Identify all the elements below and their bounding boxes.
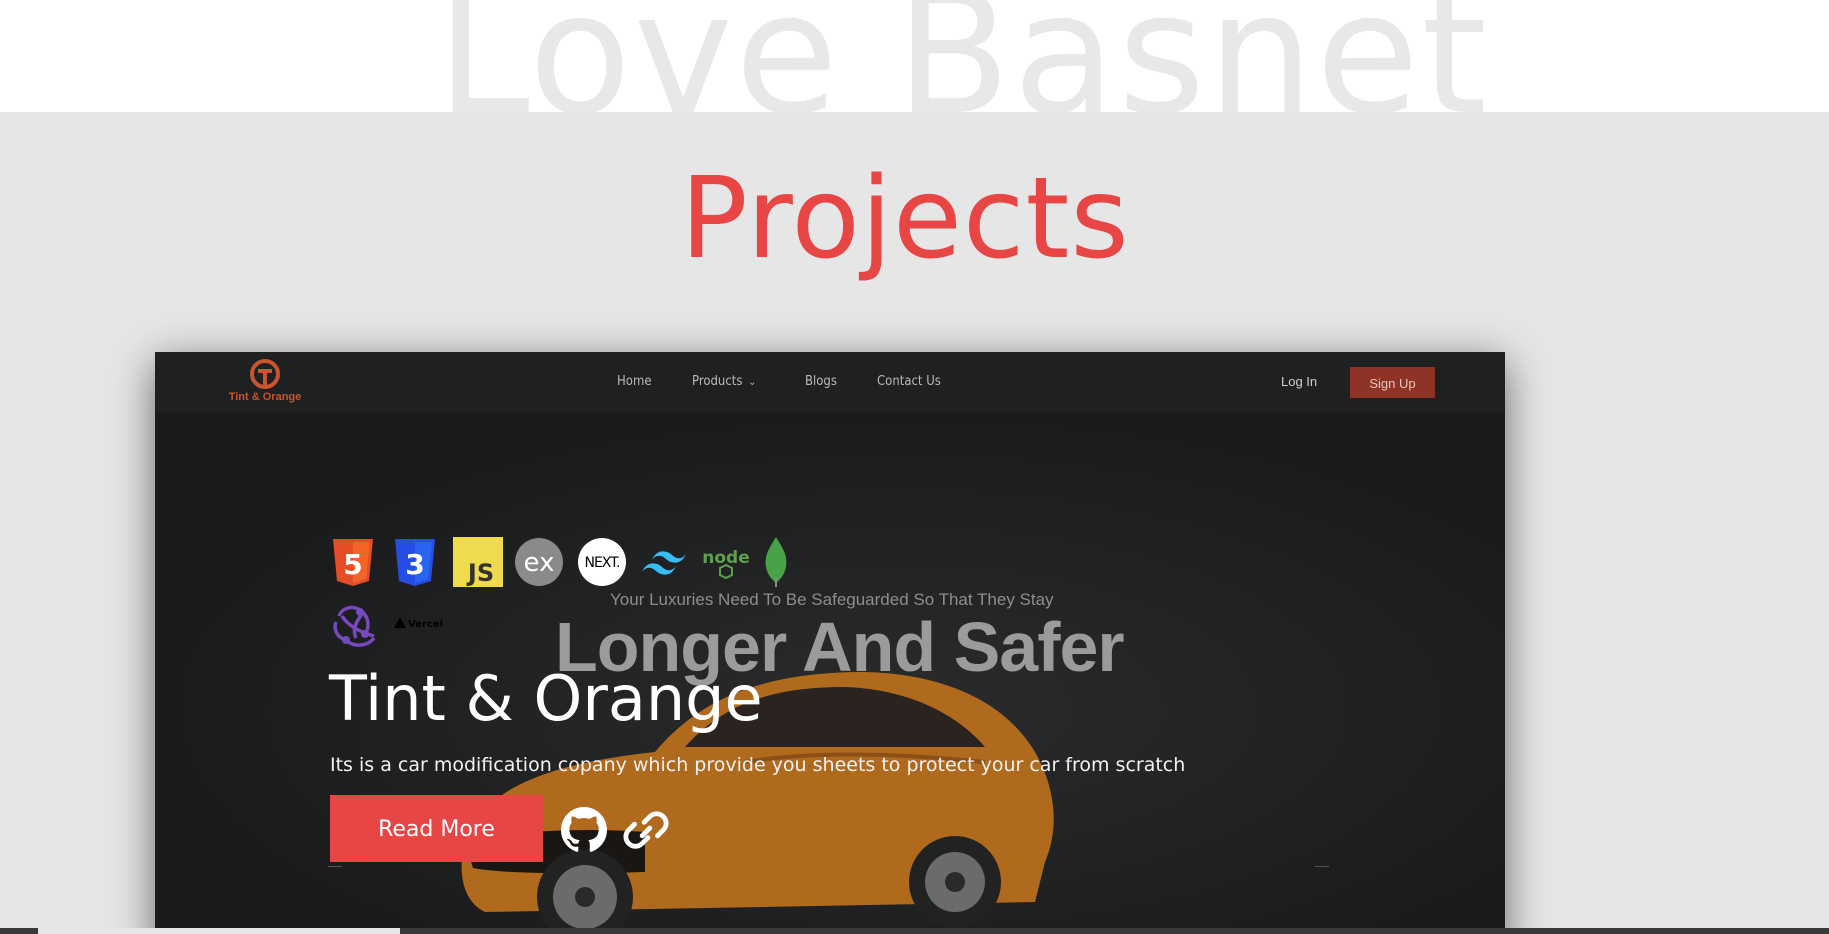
nav-blogs[interactable]: Blogs xyxy=(805,374,837,389)
background-name: Love Basnet xyxy=(436,0,1490,112)
project-navbar: Tint & Orange Home Products ⌄ Blogs Conta… xyxy=(155,352,1505,412)
horizontal-scrollbar[interactable] xyxy=(0,928,1829,934)
scrollbar-thumb[interactable] xyxy=(38,928,400,934)
section-title: Projects xyxy=(680,154,1130,284)
chevron-down-icon: ⌄ xyxy=(748,377,756,388)
link-icon[interactable] xyxy=(623,807,669,853)
redux-icon xyxy=(333,605,376,647)
read-more-button[interactable]: Read More xyxy=(330,795,543,862)
css3-label: 3 xyxy=(405,548,424,581)
vercel-icon: Vercel xyxy=(394,617,443,630)
html5-icon: 5 xyxy=(333,539,373,586)
tech-stack: 5 3 JS ex NEXT. node Vercel xyxy=(330,537,787,652)
logo-icon xyxy=(250,359,280,389)
logo[interactable]: Tint & Orange xyxy=(225,358,305,406)
top-banner: Love Basnet xyxy=(0,0,1829,112)
projects-section: Projects Your Luxuries Need To Be Safegu… xyxy=(0,112,1829,934)
project-description: Its is a car modification copany which p… xyxy=(330,754,1186,776)
carousel-dash-right xyxy=(1315,866,1329,867)
javascript-label: JS xyxy=(466,559,494,587)
nextjs-label: NEXT. xyxy=(584,555,619,571)
mongodb-icon xyxy=(765,537,787,587)
project-card: Your Luxuries Need To Be Safeguarded So … xyxy=(155,352,1505,934)
nav-contact[interactable]: Contact Us xyxy=(877,374,941,389)
vercel-label: Vercel xyxy=(408,619,443,630)
nav-home[interactable]: Home xyxy=(617,374,652,389)
login-link[interactable]: Log In xyxy=(1281,374,1317,389)
css3-icon: 3 xyxy=(395,539,435,586)
nextjs-icon: NEXT. xyxy=(578,538,626,586)
github-icon[interactable] xyxy=(561,807,607,853)
express-label: ex xyxy=(524,548,555,578)
nav-products[interactable]: Products ⌄ xyxy=(692,374,756,389)
javascript-icon: JS xyxy=(453,537,503,587)
nodejs-icon: node xyxy=(702,548,750,579)
project-title: Tint & Orange xyxy=(329,662,763,735)
express-icon: ex xyxy=(515,538,563,586)
carousel-dash-left xyxy=(328,866,342,867)
tailwind-icon xyxy=(642,551,686,575)
html5-label: 5 xyxy=(343,548,362,581)
nav-products-label: Products xyxy=(692,374,743,389)
logo-text: Tint & Orange xyxy=(228,391,302,403)
signup-button[interactable]: Sign Up xyxy=(1350,367,1435,398)
